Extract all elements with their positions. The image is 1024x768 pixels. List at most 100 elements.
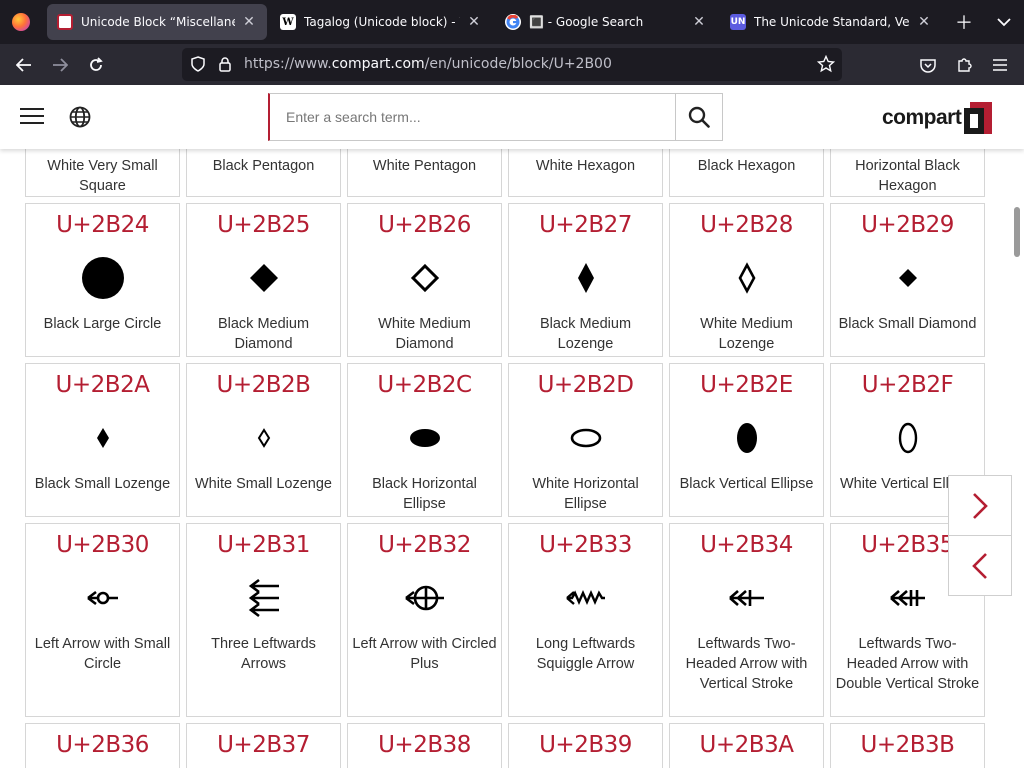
character-card[interactable]: Horizontal Black Hexagon bbox=[830, 149, 985, 197]
character-name: Black Small Diamond bbox=[838, 316, 977, 332]
browser-tab-compart[interactable]: Unicode Block “Miscellaneous S ✕ bbox=[47, 4, 267, 40]
close-tab-icon[interactable]: ✕ bbox=[691, 14, 707, 30]
character-card[interactable]: White Pentagon bbox=[347, 149, 502, 197]
character-card[interactable]: U+2B39 bbox=[508, 723, 663, 768]
next-page-button[interactable] bbox=[948, 475, 1012, 536]
hamburger-menu-icon[interactable] bbox=[20, 108, 44, 126]
character-card[interactable]: Black Pentagon bbox=[186, 149, 341, 197]
white-medium-diamond-icon bbox=[348, 258, 501, 298]
left-arrow-small-circle-icon bbox=[26, 578, 179, 618]
codepoint-label: U+2B27 bbox=[539, 212, 632, 238]
unicode-block-grid-area: White Very Small Square Black Pentagon Whi… bbox=[0, 149, 1024, 768]
character-card[interactable]: U+2B24 Black Large Circle bbox=[25, 203, 180, 357]
reload-icon[interactable] bbox=[83, 52, 109, 78]
character-card[interactable]: U+2B2A Black Small Lozenge bbox=[25, 363, 180, 517]
tab-title: Unicode Block “Miscellaneous S bbox=[81, 15, 235, 29]
tab-title: Tagalog (Unicode block) - Wikip bbox=[304, 15, 460, 29]
character-name: Black Horizontal Ellipse bbox=[372, 476, 477, 512]
two-headed-arrow-vertical-stroke-icon bbox=[670, 578, 823, 618]
scrollbar-thumb[interactable] bbox=[1014, 207, 1020, 257]
character-card[interactable]: U+2B33 Long Leftwards Squiggle Arrow bbox=[508, 523, 663, 717]
browser-tab-bar: Unicode Block “Miscellaneous S ✕ W Tagal… bbox=[0, 0, 1024, 44]
character-card[interactable]: U+2B28 White Medium Lozenge bbox=[669, 203, 824, 357]
character-card[interactable]: U+2B3B bbox=[830, 723, 985, 768]
close-tab-icon[interactable]: ✕ bbox=[241, 14, 257, 30]
codepoint-label: U+2B36 bbox=[56, 732, 149, 758]
close-tab-icon[interactable]: ✕ bbox=[466, 14, 482, 30]
character-name: White Medium Lozenge bbox=[700, 316, 793, 352]
codepoint-label: U+2B2E bbox=[700, 372, 793, 398]
character-name: Black Medium Lozenge bbox=[539, 316, 632, 352]
black-small-lozenge-icon bbox=[26, 418, 179, 458]
character-card[interactable]: U+2B38 bbox=[347, 723, 502, 768]
browser-tab-google[interactable]: 🔳 - Google Search ✕ bbox=[495, 4, 717, 40]
google-favicon-icon bbox=[505, 14, 521, 30]
character-card[interactable]: U+2B2C Black Horizontal Ellipse bbox=[347, 363, 502, 517]
tab-title: The Unicode Standard, Version bbox=[754, 15, 910, 29]
character-card[interactable]: White Very Small Square bbox=[25, 149, 180, 197]
character-card[interactable]: U+2B30 Left Arrow with Small Circle bbox=[25, 523, 180, 717]
character-card[interactable]: U+2B32 Left Arrow with Circled Plus bbox=[347, 523, 502, 717]
character-name: Black Large Circle bbox=[43, 316, 162, 332]
tab-list-chevron-down-icon[interactable] bbox=[992, 10, 1016, 34]
search-field[interactable] bbox=[268, 93, 676, 141]
extensions-icon[interactable] bbox=[951, 52, 977, 78]
character-card[interactable]: White Hexagon bbox=[508, 149, 663, 197]
url-bar[interactable]: https://www.compart.com/en/unicode/block… bbox=[182, 48, 842, 81]
character-name: Horizontal Black Hexagon bbox=[855, 158, 960, 194]
black-medium-lozenge-icon bbox=[509, 258, 662, 298]
character-name: Leftwards Two-Headed Arrow with Vertical… bbox=[685, 636, 808, 692]
codepoint-label: U+2B32 bbox=[378, 532, 471, 558]
menu-icon[interactable] bbox=[987, 52, 1013, 78]
character-card[interactable]: U+2B31 Three Leftwards Arrows bbox=[186, 523, 341, 717]
chevron-left-icon bbox=[972, 552, 987, 579]
character-card[interactable]: U+2B27 Black Medium Lozenge bbox=[508, 203, 663, 357]
globe-icon[interactable] bbox=[68, 105, 92, 129]
forward-arrow-icon[interactable] bbox=[47, 52, 73, 78]
codepoint-label: U+2B28 bbox=[700, 212, 793, 238]
character-card[interactable]: U+2B25 Black Medium Diamond bbox=[186, 203, 341, 357]
codepoint-label: U+2B33 bbox=[539, 532, 632, 558]
plus-icon[interactable]: ＋ bbox=[952, 10, 976, 34]
search-button[interactable] bbox=[675, 93, 723, 141]
previous-page-button[interactable] bbox=[948, 535, 1012, 596]
character-card[interactable]: U+2B2B White Small Lozenge bbox=[186, 363, 341, 517]
character-name: White Hexagon bbox=[535, 158, 636, 174]
character-card[interactable]: U+2B36 bbox=[25, 723, 180, 768]
search-input[interactable] bbox=[270, 94, 675, 140]
browser-tab-unicode[interactable]: UN The Unicode Standard, Version ✕ bbox=[720, 4, 942, 40]
white-small-lozenge-icon bbox=[187, 418, 340, 458]
codepoint-label: U+2B3B bbox=[860, 732, 955, 758]
character-card[interactable]: U+2B3A bbox=[669, 723, 824, 768]
lock-icon[interactable] bbox=[215, 54, 235, 74]
codepoint-label: U+2B2B bbox=[216, 372, 311, 398]
browser-tab-wikipedia[interactable]: W Tagalog (Unicode block) - Wikip ✕ bbox=[270, 4, 492, 40]
white-vertical-ellipse-icon bbox=[831, 418, 984, 458]
codepoint-label: U+2B37 bbox=[217, 732, 310, 758]
shield-icon[interactable] bbox=[188, 54, 208, 74]
codepoint-label: U+2B3A bbox=[699, 732, 794, 758]
black-vertical-ellipse-icon bbox=[670, 418, 823, 458]
codepoint-label: U+2B30 bbox=[56, 532, 149, 558]
close-tab-icon[interactable]: ✕ bbox=[916, 14, 932, 30]
character-card[interactable]: U+2B37 bbox=[186, 723, 341, 768]
character-card[interactable]: U+2B34 Leftwards Two-Headed Arrow with Ve… bbox=[669, 523, 824, 717]
character-card[interactable]: U+2B2D White Horizontal Ellipse bbox=[508, 363, 663, 517]
compart-logo[interactable]: compart bbox=[882, 101, 993, 135]
character-card[interactable]: U+2B2E Black Vertical Ellipse bbox=[669, 363, 824, 517]
bookmark-star-icon[interactable] bbox=[816, 54, 836, 74]
character-name: Black Small Lozenge bbox=[34, 476, 171, 492]
character-card[interactable]: U+2B26 White Medium Diamond bbox=[347, 203, 502, 357]
character-card[interactable]: U+2B29 Black Small Diamond bbox=[830, 203, 985, 357]
back-arrow-icon[interactable] bbox=[11, 52, 37, 78]
codepoint-label: U+2B25 bbox=[217, 212, 310, 238]
codepoint-label: U+2B31 bbox=[217, 532, 310, 558]
codepoint-label: U+2B2A bbox=[55, 372, 150, 398]
character-card[interactable]: Black Hexagon bbox=[669, 149, 824, 197]
character-name: White Small Lozenge bbox=[194, 476, 332, 492]
site-header: compart bbox=[0, 85, 1024, 149]
compart-favicon-icon bbox=[57, 14, 73, 30]
codepoint-label: U+2B26 bbox=[378, 212, 471, 238]
character-name: Three Leftwards Arrows bbox=[211, 636, 316, 672]
pocket-icon[interactable] bbox=[915, 52, 941, 78]
